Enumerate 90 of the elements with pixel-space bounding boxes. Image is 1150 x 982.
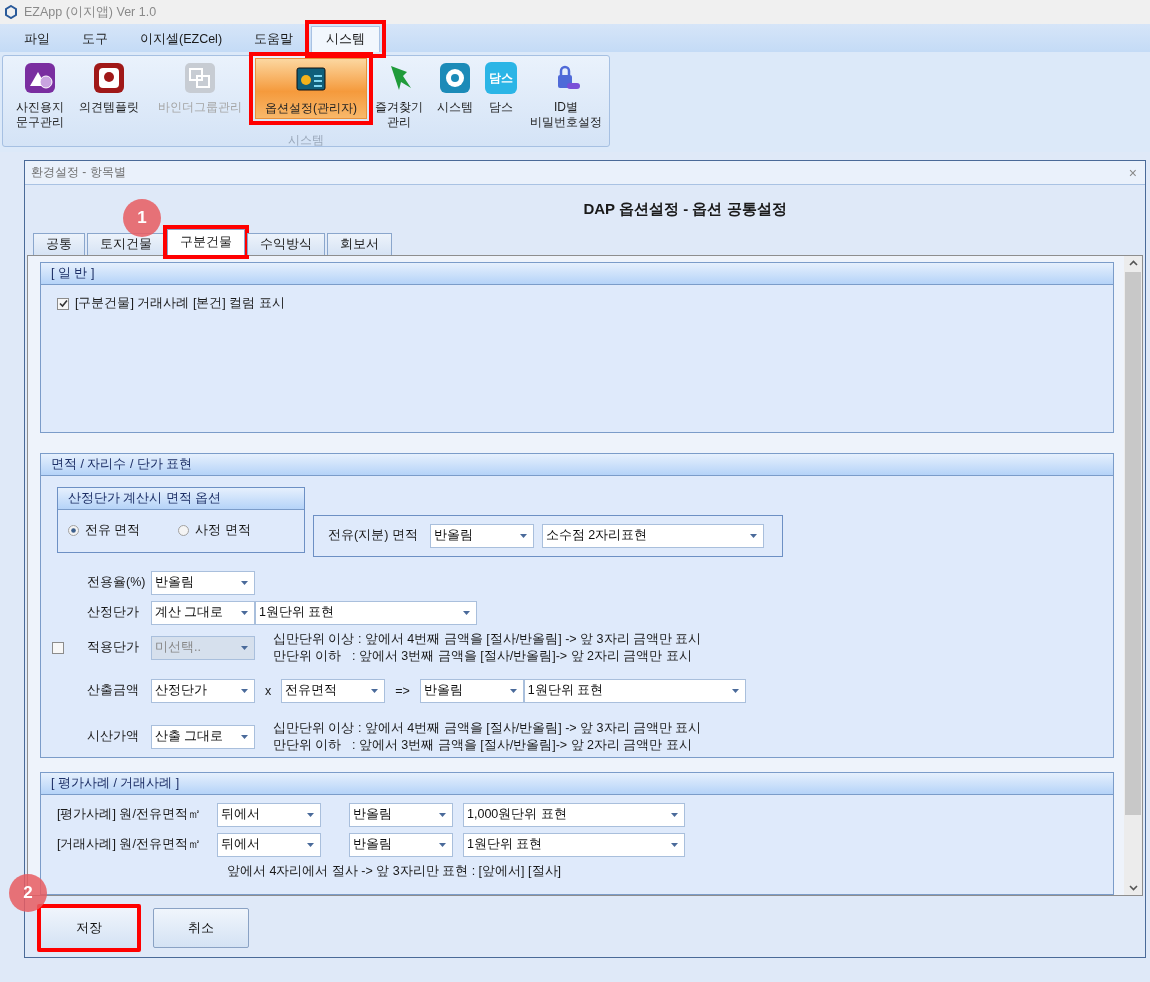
tab[interactable]: 공통 bbox=[33, 233, 85, 255]
radio-button[interactable] bbox=[68, 524, 79, 536]
checkbox-label: [구분건물] 거래사례 [본건] 컬럼 표시 bbox=[75, 295, 285, 312]
tab[interactable]: 토지건물 bbox=[87, 233, 165, 255]
note-text: 앞에서 4자리에서 절사 -> 앞 3자리만 표현 : [앞에서] [절사] bbox=[226, 862, 562, 880]
dialog-button[interactable]: 취소 bbox=[153, 908, 249, 948]
checkbox[interactable] bbox=[57, 297, 69, 310]
dropdown-caret-icon bbox=[241, 688, 248, 693]
ribbon-button[interactable]: 사진용지 문구관리 bbox=[7, 58, 73, 132]
photo-icon bbox=[24, 62, 56, 94]
scroll-up-icon[interactable] bbox=[1128, 260, 1138, 266]
scrollbar[interactable] bbox=[1124, 256, 1142, 895]
ribbon-button[interactable]: 의견템플릿 bbox=[73, 58, 145, 117]
dropdown-field[interactable]: 계산 그대로 bbox=[151, 600, 255, 625]
app-logo-icon bbox=[4, 5, 18, 19]
ribbon-button[interactable]: 담스 담스 bbox=[479, 58, 523, 117]
dropdown-caret-icon bbox=[519, 533, 527, 538]
dropdown-field[interactable]: 산출 그대로 bbox=[151, 724, 255, 749]
menu-tab[interactable]: 파일 bbox=[10, 27, 64, 52]
dropdown-caret-icon bbox=[671, 842, 678, 847]
menu-tab[interactable]: 도움말 bbox=[240, 27, 308, 52]
ribbon-button[interactable]: 시스템 bbox=[431, 58, 479, 117]
radio-button[interactable] bbox=[178, 524, 190, 536]
dropdown-field[interactable]: 반올림 bbox=[429, 523, 534, 548]
group-label: 시스템 bbox=[287, 132, 325, 149]
dropdown-field[interactable]: 뒤에서 bbox=[217, 832, 321, 857]
dropdown-field[interactable]: 1원단위 표현 bbox=[523, 678, 746, 703]
field-label: 산출금액 bbox=[87, 683, 139, 698]
dropdown-caret-icon bbox=[509, 688, 517, 693]
note-text: 십만단위 이상 : 앞에서 4번째 금액을 [절사/반올림] -> 앞 3자리 금액만 표시 bbox=[273, 719, 702, 737]
dropdown-caret-icon bbox=[241, 645, 248, 650]
field-label: 전용율(%) bbox=[87, 575, 146, 590]
dropdown-caret-icon bbox=[463, 610, 470, 615]
field-label: 적용단가 bbox=[87, 640, 139, 655]
dropdown-caret-icon bbox=[749, 533, 757, 538]
tab[interactable]: 수익방식 bbox=[247, 233, 325, 255]
section-title: [ 일 반 ] bbox=[51, 265, 95, 282]
dropdown-field[interactable]: 1,000원단위 표현 bbox=[463, 802, 685, 827]
dropdown-field[interactable]: 1원단위 표현 bbox=[463, 832, 685, 857]
ribbon-button[interactable]: 즐겨찾기 관리 bbox=[367, 58, 431, 132]
section-title: 면적 / 자리수 / 단가 표현 bbox=[51, 455, 193, 473]
dropdown-caret-icon bbox=[307, 812, 314, 817]
dialog-heading: DAP 옵션설정 - 옵션 공통설정 bbox=[583, 200, 787, 219]
dropdown-field[interactable]: 반올림 bbox=[349, 802, 453, 827]
operator-symbol: => bbox=[395, 683, 410, 698]
window-title: EZApp (이지앱) Ver 1.0 bbox=[24, 3, 157, 21]
note-text: 만단위 이하 : 앞에서 3번째 금액을 [절사/반올림]-> 앞 2자리 금액만 표시 bbox=[273, 736, 693, 754]
dropdown-caret-icon bbox=[731, 688, 739, 693]
dropdown-caret-icon bbox=[307, 842, 314, 847]
step-badge: 2 bbox=[9, 874, 47, 912]
dropdown-caret-icon bbox=[241, 734, 248, 739]
step-badge: 1 bbox=[123, 199, 161, 237]
dropdown-caret-icon bbox=[371, 688, 379, 693]
dropdown-caret-icon bbox=[439, 842, 446, 847]
group-title: 산정단가 계산시 면적 옵션 bbox=[68, 489, 222, 507]
app-tile-icon: 담스 bbox=[485, 62, 517, 94]
dropdown-field[interactable]: 전유면적 bbox=[281, 678, 386, 703]
dropdown-field[interactable]: 반올림 bbox=[151, 570, 255, 595]
field-label: [평가사례] 원/전유면적㎡ bbox=[57, 806, 202, 824]
operator-symbol: x bbox=[265, 683, 272, 698]
dialog-button[interactable]: 저장 bbox=[37, 904, 141, 952]
dropdown-caret-icon bbox=[241, 610, 248, 615]
note-text: 만단위 이하 : 앞에서 3번째 금액을 [절사/반올림]-> 앞 2자리 금액만 표시 bbox=[273, 647, 693, 665]
dropdown-caret-icon bbox=[671, 812, 678, 817]
stamp-icon bbox=[93, 62, 125, 94]
gear-icon bbox=[439, 62, 471, 94]
scroll-down-icon[interactable] bbox=[1128, 885, 1138, 891]
note-text: 십만단위 이상 : 앞에서 4번째 금액을 [절사/반올림] -> 앞 3자리 금액만 표시 bbox=[273, 630, 702, 648]
copy-icon bbox=[184, 62, 216, 94]
dialog-title: 환경설정 - 항목별 bbox=[31, 164, 126, 181]
radio-label: 전유 면적 bbox=[85, 521, 141, 539]
section-title: [ 평가사례 / 거래사례 ] bbox=[51, 774, 180, 792]
field-label: 전유(지분) 면적 bbox=[328, 527, 418, 545]
menu-tab[interactable]: 도구 bbox=[68, 27, 122, 52]
dropdown-caret-icon bbox=[241, 580, 248, 585]
field-label: 산정단가 bbox=[87, 605, 139, 620]
checkbox[interactable] bbox=[52, 641, 64, 654]
field-label: 시산가액 bbox=[87, 729, 139, 744]
field-label: [거래사례] 원/전유면적㎡ bbox=[57, 836, 202, 854]
dropdown-field[interactable]: 소수점 2자리표현 bbox=[541, 523, 764, 548]
dropdown-field[interactable]: 1원단위 표현 bbox=[255, 600, 477, 625]
dropdown-field[interactable]: 반올림 bbox=[419, 678, 524, 703]
menu-tab[interactable]: 이지셀(EZCel) bbox=[126, 27, 237, 52]
tab[interactable]: 회보서 bbox=[327, 233, 392, 255]
dropdown-field[interactable]: 산정단가 bbox=[151, 678, 255, 703]
ribbon-button[interactable]: ID별 비밀번호설정 bbox=[523, 58, 609, 132]
dropdown-caret-icon bbox=[439, 812, 446, 817]
dropdown-field[interactable]: 반올림 bbox=[349, 832, 453, 857]
dropdown-field[interactable]: 뒤에서 bbox=[217, 802, 321, 827]
radio-label: 사정 면적 bbox=[195, 521, 251, 539]
